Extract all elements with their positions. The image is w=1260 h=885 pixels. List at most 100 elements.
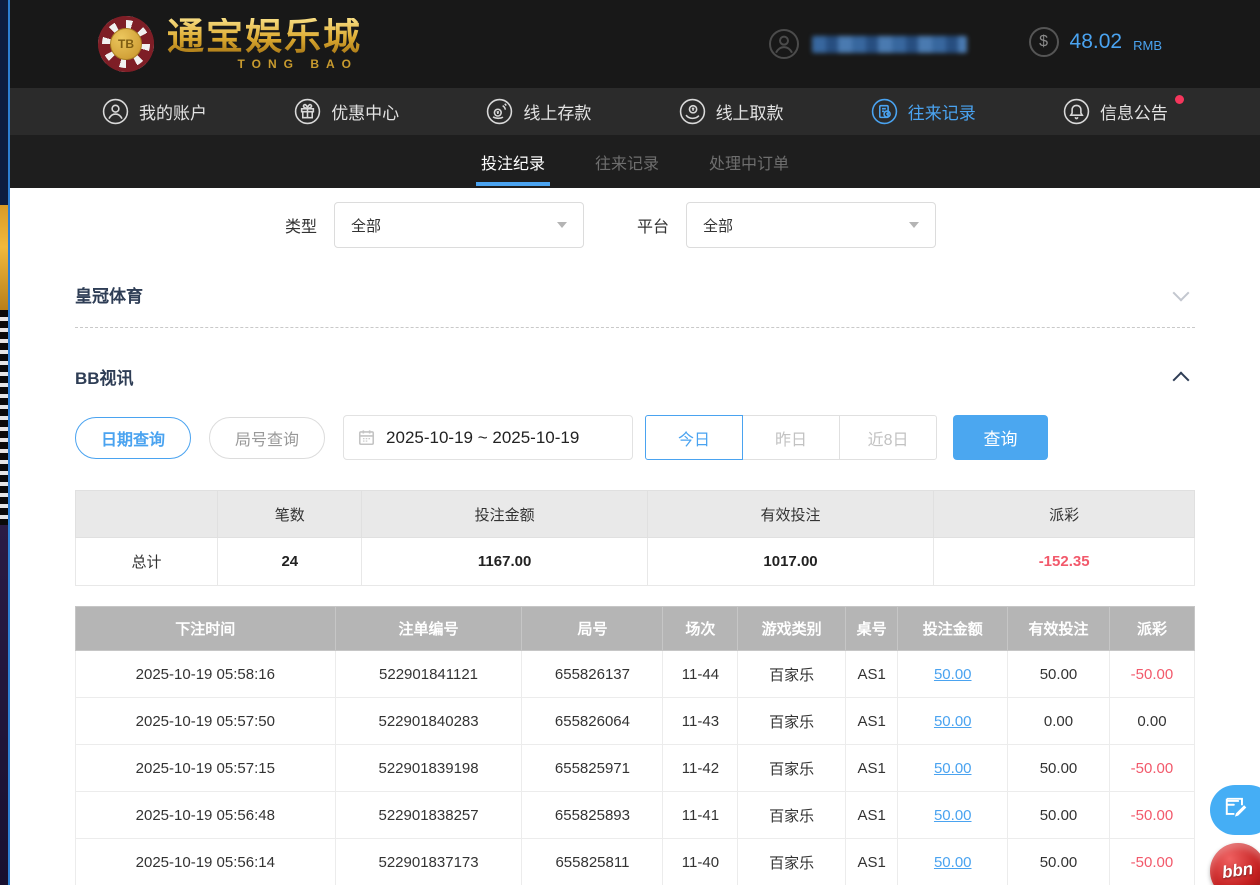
chip-monogram: TB xyxy=(110,28,142,60)
filter-row: 类型 全部 平台 全部 xyxy=(75,202,1195,248)
summary-header-cell: 笔数 xyxy=(218,491,362,538)
table-cell: 11-40 xyxy=(663,839,738,885)
username-redacted[interactable] xyxy=(812,36,967,53)
background-edge-strip xyxy=(0,0,10,885)
edge-band-purple xyxy=(0,525,8,885)
type-select[interactable]: 全部 xyxy=(334,202,584,248)
bet-header-cell: 注单编号 xyxy=(335,607,522,651)
section-bb-video[interactable]: BB视讯 xyxy=(75,328,1195,389)
edge-band-gold xyxy=(0,205,8,310)
table-cell: AS1 xyxy=(845,745,898,792)
table-cell: 522901839198 xyxy=(335,745,522,792)
platform-select[interactable]: 全部 xyxy=(686,202,936,248)
table-cell: -50.00 xyxy=(1109,745,1194,792)
table-cell: AS1 xyxy=(845,698,898,745)
poker-chip-icon: TB xyxy=(98,16,154,72)
records-icon xyxy=(871,98,898,125)
table-cell: 522901840283 xyxy=(335,698,522,745)
deposit-icon xyxy=(486,98,513,125)
nav-label: 线上取款 xyxy=(716,99,784,124)
summary-bet-amount: 1167.00 xyxy=(362,538,647,586)
search-button[interactable]: 查询 xyxy=(953,415,1048,460)
section-crown-sports[interactable]: 皇冠体育 xyxy=(75,248,1195,328)
tab-pending-orders[interactable]: 处理中订单 xyxy=(707,135,791,188)
bet-amount-link[interactable]: 50.00 xyxy=(898,839,1008,885)
bbn-logo-text: bbn xyxy=(1221,859,1255,883)
table-cell: 655825971 xyxy=(522,745,663,792)
user-area: $ 48.02 RMB xyxy=(768,27,1162,61)
nav-label: 优惠中心 xyxy=(331,99,399,124)
summary-header-cell: 派彩 xyxy=(934,491,1195,538)
table-cell: 2025-10-19 05:56:48 xyxy=(76,792,336,839)
summary-total-row: 总计 24 1167.00 1017.00 -152.35 xyxy=(76,538,1195,586)
nav-announcements[interactable]: 信息公告 xyxy=(1063,98,1168,125)
bet-amount-link[interactable]: 50.00 xyxy=(898,745,1008,792)
bet-amount-link[interactable]: 50.00 xyxy=(898,651,1008,698)
customer-service-button[interactable] xyxy=(1210,785,1260,835)
bet-records-table: 下注时间注单编号局号场次游戏类别桌号投注金额有效投注派彩 2025-10-19 … xyxy=(75,606,1195,885)
table-cell: -50.00 xyxy=(1109,839,1194,885)
nav-records[interactable]: 往来记录 xyxy=(871,98,976,125)
bet-amount-link[interactable]: 50.00 xyxy=(898,792,1008,839)
user-avatar-icon xyxy=(768,28,800,60)
bet-header-cell: 游戏类别 xyxy=(738,607,845,651)
table-cell: 50.00 xyxy=(1008,792,1110,839)
nav-label: 线上存款 xyxy=(523,99,591,124)
date-range-input[interactable]: 2025-10-19 ~ 2025-10-19 xyxy=(343,415,633,460)
table-cell: 百家乐 xyxy=(738,839,845,885)
tab-transaction-records[interactable]: 往来记录 xyxy=(593,135,661,188)
section-title: BB视讯 xyxy=(75,364,134,389)
nav-withdraw[interactable]: 线上取款 xyxy=(679,98,784,125)
table-cell: 50.00 xyxy=(1008,745,1110,792)
platform-select-value: 全部 xyxy=(703,215,733,236)
bell-icon xyxy=(1063,98,1090,125)
tab-bet-records[interactable]: 投注纪录 xyxy=(479,135,547,188)
table-cell: 11-42 xyxy=(663,745,738,792)
last-8-days-button[interactable]: 近8日 xyxy=(839,415,937,460)
table-cell: 50.00 xyxy=(1008,839,1110,885)
bet-header-cell: 投注金额 xyxy=(898,607,1008,651)
date-query-button[interactable]: 日期查询 xyxy=(75,417,191,459)
bet-head-row: 下注时间注单编号局号场次游戏类别桌号投注金额有效投注派彩 xyxy=(76,607,1195,651)
table-cell: 0.00 xyxy=(1008,698,1110,745)
balance[interactable]: $ 48.02 RMB xyxy=(1029,27,1162,61)
nav-my-account[interactable]: 我的账户 xyxy=(102,98,207,125)
table-cell: -50.00 xyxy=(1109,651,1194,698)
table-cell: AS1 xyxy=(845,839,898,885)
table-cell: 522901838257 xyxy=(335,792,522,839)
site-logo[interactable]: TB 通宝娱乐城 TONG BAO xyxy=(98,16,362,72)
bet-amount-link[interactable]: 50.00 xyxy=(898,698,1008,745)
nav-label: 我的账户 xyxy=(139,99,207,124)
calendar-icon xyxy=(357,428,376,447)
bet-header-cell: 下注时间 xyxy=(76,607,336,651)
pencil-note-icon xyxy=(1223,795,1249,826)
chevron-down-icon xyxy=(557,222,567,228)
summary-header-cell xyxy=(76,491,218,538)
nav-label: 信息公告 xyxy=(1100,99,1168,124)
table-cell: 655825893 xyxy=(522,792,663,839)
platform-filter-label: 平台 xyxy=(637,213,669,237)
top-bar: TB 通宝娱乐城 TONG BAO $ 48.02 RMB xyxy=(10,0,1260,88)
table-row: 2025-10-19 05:58:16522901841121655826137… xyxy=(76,651,1195,698)
table-cell: 2025-10-19 05:57:15 xyxy=(76,745,336,792)
notification-badge xyxy=(1175,95,1184,104)
account-icon xyxy=(102,98,129,125)
round-query-button[interactable]: 局号查询 xyxy=(209,417,325,459)
table-cell: 0.00 xyxy=(1109,698,1194,745)
summary-header-cell: 有效投注 xyxy=(647,491,933,538)
summary-head-row: 笔数投注金额有效投注派彩 xyxy=(76,491,1195,538)
query-controls: 日期查询 局号查询 2025-10-19 ~ 2025-10-19 今日 昨日 … xyxy=(75,415,1195,460)
nav-deposit[interactable]: 线上存款 xyxy=(486,98,591,125)
today-button[interactable]: 今日 xyxy=(645,415,743,460)
quick-range-group: 今日 昨日 近8日 xyxy=(645,415,937,460)
yesterday-button[interactable]: 昨日 xyxy=(742,415,840,460)
wallet-dollar-icon: $ xyxy=(1029,27,1059,57)
bet-header-cell: 有效投注 xyxy=(1008,607,1110,651)
table-cell: 百家乐 xyxy=(738,745,845,792)
section-title: 皇冠体育 xyxy=(75,282,143,307)
edge-band-stripes xyxy=(0,310,8,525)
date-range-value: 2025-10-19 ~ 2025-10-19 xyxy=(386,428,579,448)
bet-table-body: 2025-10-19 05:58:16522901841121655826137… xyxy=(76,651,1195,885)
nav-promotions[interactable]: 优惠中心 xyxy=(294,98,399,125)
summary-row-label: 总计 xyxy=(76,538,218,586)
